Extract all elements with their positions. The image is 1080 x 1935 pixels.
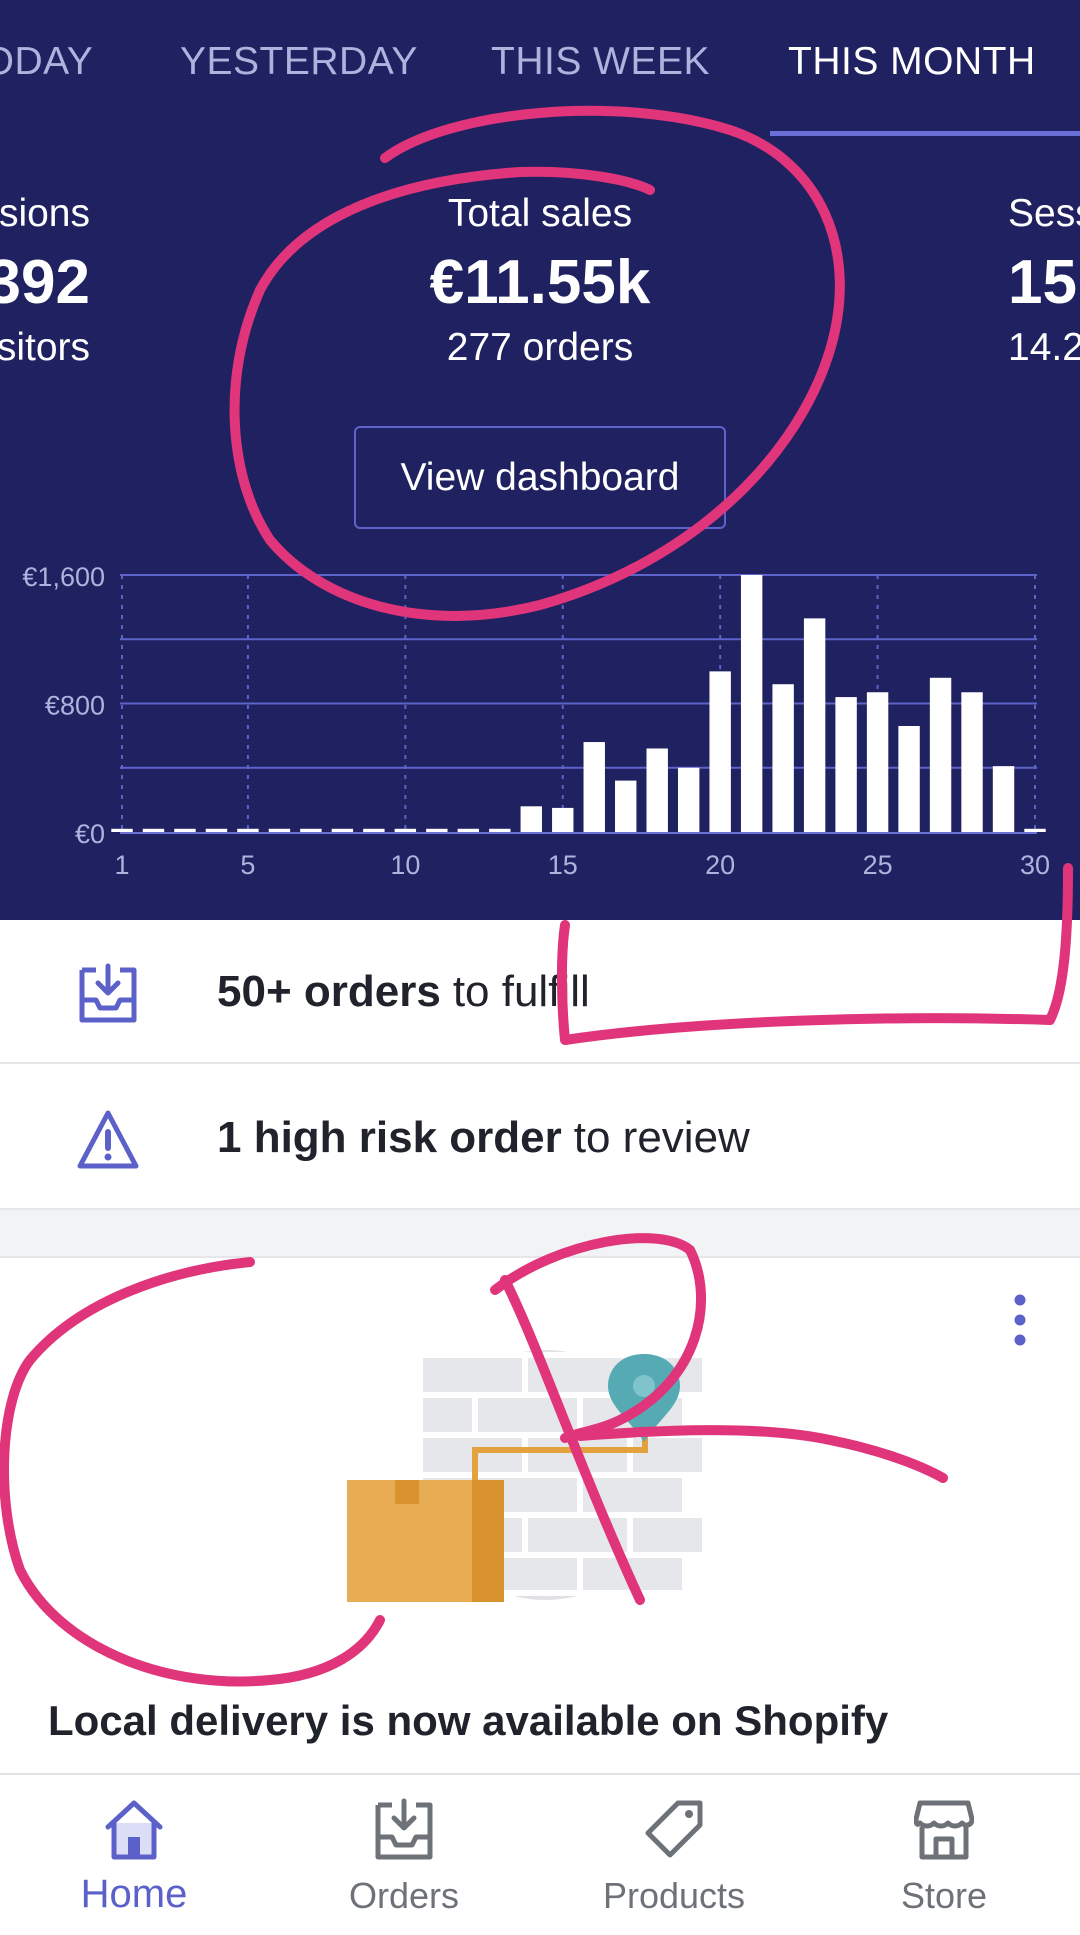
chart-bar — [961, 692, 983, 832]
chart-bar — [174, 828, 196, 832]
chart-bar — [740, 575, 763, 832]
home-icon — [105, 1800, 163, 1860]
chart-bar — [552, 807, 574, 832]
nav-label: Store — [900, 1875, 988, 1916]
chart-x-tick-label: 1 — [114, 850, 129, 880]
chart-bar — [363, 828, 385, 832]
tag-icon — [645, 1800, 703, 1858]
metric-sub: 14.2 — [1008, 326, 1080, 369]
chart-bar — [866, 692, 889, 832]
chart-bar — [300, 828, 322, 832]
metric-sessions-right[interactable]: Sessions 15 14.2 — [1008, 190, 1080, 372]
chart-bar — [426, 828, 448, 832]
nav-label: Home — [80, 1872, 188, 1916]
view-dashboard-button[interactable]: View dashboard — [354, 426, 726, 529]
alert-text: 1 high risk order to review — [217, 1066, 750, 1210]
alert-rest: to fulfill — [452, 967, 590, 1016]
metric-value: 15 — [1008, 248, 1077, 317]
bottom-navigation: Home Orders Products Store — [0, 1773, 1080, 1935]
alert-text: 50+ orders to fulfill — [217, 920, 590, 1064]
metric-label: Total sales — [447, 192, 633, 235]
tab-this-month[interactable]: THIS MONTH — [788, 40, 1036, 84]
nav-products[interactable]: Products — [574, 1775, 774, 1935]
chart-bar — [583, 742, 605, 832]
nav-home[interactable]: Home — [34, 1775, 234, 1935]
alert-bold: 50+ orders — [217, 967, 441, 1016]
nav-store[interactable]: Store — [844, 1775, 1044, 1935]
metric-sub: visitors — [0, 326, 90, 369]
chart-bar — [772, 684, 794, 832]
metric-sessions-left[interactable]: Sessions 1,392 visitors — [0, 190, 90, 372]
metric-value: €11.55k — [429, 248, 651, 317]
metric-sub: 277 orders — [446, 326, 634, 369]
chart-bar — [709, 671, 731, 832]
orders-icon — [375, 1798, 433, 1860]
chart-bar — [394, 828, 417, 832]
alert-high-risk-order[interactable]: 1 high risk order to review — [0, 1066, 1080, 1210]
app-screen: TODAY YESTERDAY THIS WEEK THIS MONTH Ses… — [0, 0, 1080, 1935]
active-tab-indicator — [770, 131, 1080, 136]
chart-x-tick-label: 20 — [705, 850, 735, 880]
chart-bar — [268, 828, 291, 832]
chart-y-tick-label: €800 — [45, 691, 105, 721]
nav-label: Orders — [348, 1875, 460, 1916]
chart-x-tick-label: 10 — [390, 850, 420, 880]
inbox-download-icon — [79, 963, 137, 1023]
chart-bar — [237, 828, 259, 832]
chart-bar — [929, 677, 952, 832]
tab-this-week[interactable]: THIS WEEK — [491, 40, 710, 84]
chart-bar — [615, 780, 637, 832]
date-range-tabs: TODAY YESTERDAY THIS WEEK THIS MONTH — [0, 0, 1080, 136]
chart-bar — [677, 767, 700, 832]
chart-bar — [489, 828, 511, 832]
chart-y-tick-label: €1,600 — [22, 562, 105, 592]
metric-label: Sessions — [1008, 192, 1080, 235]
section-divider — [0, 1210, 1080, 1258]
alert-rest: to review — [573, 1113, 750, 1162]
sales-overview-panel: TODAY YESTERDAY THIS WEEK THIS MONTH Ses… — [0, 0, 1080, 920]
metric-value: 1,392 — [0, 248, 90, 317]
chart-bar — [520, 806, 542, 832]
local-delivery-illustration — [347, 1350, 708, 1602]
chart-bar — [803, 618, 826, 832]
tab-today[interactable]: TODAY — [0, 40, 93, 84]
metric-total-sales[interactable]: Total sales €11.55k 277 orders — [340, 190, 740, 372]
chart-bar — [205, 828, 228, 832]
warning-triangle-icon — [77, 1110, 139, 1169]
chart-bar — [646, 748, 668, 832]
card-title: Local delivery is now available on Shopi… — [48, 1697, 889, 1744]
sales-bar-chart: €1,600€800€01 5 10 15 20 25 30 — [22, 562, 1050, 880]
alert-orders-to-fulfill[interactable]: 50+ orders to fulfill — [0, 920, 1080, 1064]
chart-bar — [111, 828, 133, 832]
alert-bold: 1 high risk order — [217, 1113, 562, 1162]
store-icon — [914, 1800, 974, 1860]
chart-x-tick-label: 25 — [863, 850, 893, 880]
chart-x-tick-label: 15 — [548, 850, 578, 880]
chart-bar — [898, 725, 920, 832]
metric-label: Sessions — [0, 192, 90, 235]
chart-bar — [457, 828, 480, 832]
chart-bar — [142, 828, 165, 832]
nav-label: Products — [602, 1875, 746, 1916]
tab-yesterday[interactable]: YESTERDAY — [180, 40, 418, 84]
chart-x-tick-label: 30 — [1020, 850, 1050, 880]
chart-y-tick-label: €0 — [75, 819, 105, 849]
more-vertical-icon[interactable] — [1005, 1290, 1035, 1350]
chart-bar — [992, 766, 1015, 832]
nav-orders[interactable]: Orders — [304, 1775, 504, 1935]
chart-bar — [1024, 828, 1046, 832]
chart-x-tick-label: 5 — [240, 850, 255, 880]
chart-bar — [331, 828, 354, 832]
chart-bar — [835, 697, 857, 832]
